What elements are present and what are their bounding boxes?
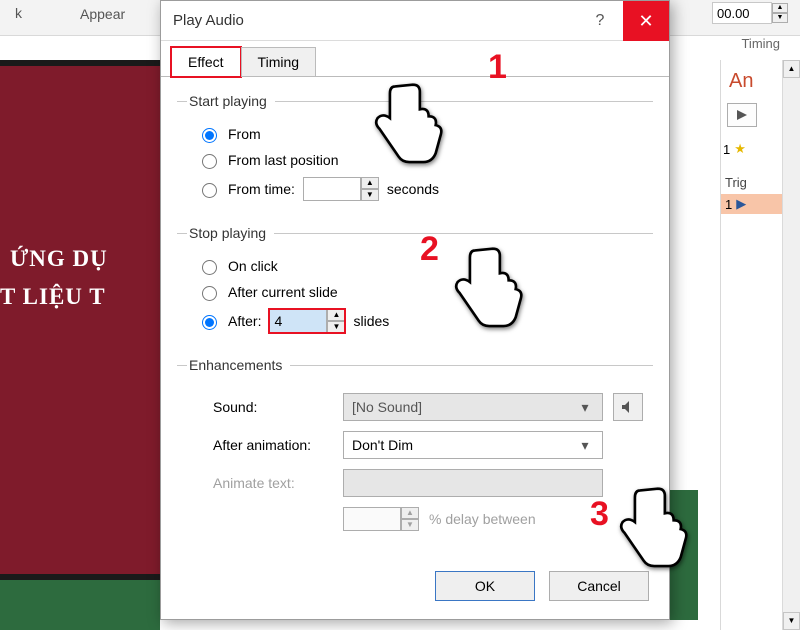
duration-spinner[interactable]: ▲ ▼ [712, 2, 788, 24]
spinner-up-icon: ▲ [401, 507, 419, 519]
ok-button[interactable]: OK [435, 571, 535, 601]
spinner-up-icon[interactable]: ▲ [327, 309, 345, 321]
animate-text-combo [343, 469, 603, 497]
delay-label: % delay between [429, 511, 536, 527]
sound-preview-button[interactable] [613, 393, 643, 421]
animation-pane: ▲ ▼ An 1 ★ Trig 1 ▶ [720, 60, 800, 630]
selected-item-number: 1 [725, 197, 732, 212]
ribbon-appear-label: Appear [80, 6, 125, 22]
enhancements-group: Enhancements Sound: [No Sound] ▾ After a… [177, 357, 653, 531]
dialog-title: Play Audio [161, 12, 577, 29]
speaker-icon [621, 400, 635, 414]
star-icon: ★ [734, 141, 746, 157]
label-from-beginning: From [228, 126, 261, 142]
radio-from-beginning[interactable] [202, 128, 217, 143]
stop-playing-group: Stop playing On click After current slid… [177, 225, 653, 341]
delay-spinner: ▲▼ [343, 507, 419, 531]
media-play-icon: ▶ [736, 196, 746, 212]
from-time-spinner[interactable]: ▲▼ [303, 177, 379, 201]
dialog-tabs: Effect Timing [161, 41, 669, 77]
sound-value: [No Sound] [352, 399, 576, 415]
tab-timing[interactable]: Timing [241, 47, 317, 77]
stop-playing-legend: Stop playing [187, 225, 274, 241]
annotation-3: 3 [590, 495, 609, 534]
after-n-input[interactable] [269, 309, 327, 333]
radio-after-n[interactable] [202, 315, 217, 330]
slide-green-strip [0, 580, 160, 630]
chevron-down-icon[interactable]: ▾ [576, 437, 594, 454]
slide-text-2: T LIỆU T [0, 284, 106, 310]
slide-background: ỨNG DỤ T LIỆU T [0, 60, 160, 580]
start-playing-legend: Start playing [187, 93, 275, 109]
radio-from-last[interactable] [202, 154, 217, 169]
close-button[interactable]: ✕ [623, 1, 669, 41]
slide-text-1: ỨNG DỤ [10, 246, 108, 272]
cancel-button[interactable]: Cancel [549, 571, 649, 601]
scroll-up-icon[interactable]: ▲ [783, 60, 800, 78]
start-playing-group: Start playing From From last position Fr… [177, 93, 653, 209]
animate-text-label: Animate text: [213, 475, 333, 491]
radio-from-time[interactable] [202, 183, 217, 198]
after-anim-value: Don't Dim [352, 437, 576, 453]
ribbon-timing-label: Timing [741, 36, 780, 51]
duration-input[interactable] [712, 2, 772, 24]
ribbon-letter: k [15, 5, 22, 21]
scroll-down-icon[interactable]: ▼ [783, 612, 800, 630]
after-anim-combo[interactable]: Don't Dim ▾ [343, 431, 603, 459]
play-button[interactable] [727, 103, 757, 127]
label-after-current: After current slide [228, 284, 338, 300]
spinner-up-icon[interactable]: ▲ [361, 177, 379, 189]
label-from-time: From time: [228, 181, 295, 197]
animation-item-number: 1 [723, 142, 730, 157]
animation-pane-scrollbar[interactable]: ▲ ▼ [782, 60, 800, 630]
annotation-2: 2 [420, 230, 439, 269]
spinner-down-icon[interactable]: ▼ [361, 189, 379, 201]
play-icon [737, 110, 747, 120]
after-n-spinner[interactable]: ▲▼ [269, 309, 345, 333]
after-anim-label: After animation: [213, 437, 333, 453]
slides-label: slides [353, 313, 389, 329]
seconds-label: seconds [387, 181, 439, 197]
label-from-last: From last position [228, 152, 338, 168]
delay-input [343, 507, 401, 531]
radio-on-click[interactable] [202, 260, 217, 275]
spinner-down-icon[interactable]: ▼ [327, 321, 345, 333]
spinner-down-icon: ▼ [401, 519, 419, 531]
spinner-up-icon[interactable]: ▲ [772, 3, 788, 13]
label-on-click: On click [228, 258, 278, 274]
help-button[interactable]: ? [577, 12, 623, 30]
spinner-down-icon[interactable]: ▼ [772, 13, 788, 23]
dialog-titlebar: Play Audio ? ✕ [161, 1, 669, 41]
label-after-n: After: [228, 313, 261, 329]
radio-after-current[interactable] [202, 286, 217, 301]
tab-effect[interactable]: Effect [171, 47, 241, 77]
sound-combo[interactable]: [No Sound] ▾ [343, 393, 603, 421]
enhancements-legend: Enhancements [187, 357, 290, 373]
from-time-input[interactable] [303, 177, 361, 201]
chevron-down-icon[interactable]: ▾ [576, 399, 594, 416]
sound-label: Sound: [213, 399, 333, 415]
annotation-1: 1 [488, 48, 507, 87]
